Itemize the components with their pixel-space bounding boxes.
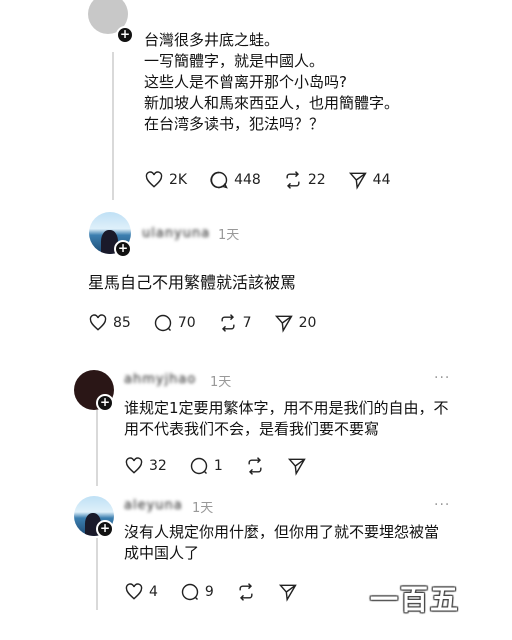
username-blurred[interactable]: aleyuna bbox=[124, 498, 183, 513]
post-line: 新加坡人和馬來西亞人，也用簡體字。 bbox=[144, 94, 400, 112]
comment-count: 70 bbox=[177, 315, 196, 331]
comment-icon bbox=[190, 457, 208, 475]
repost-icon bbox=[248, 457, 262, 475]
share-count: 20 bbox=[298, 315, 317, 331]
thread-line bbox=[96, 538, 98, 610]
comment-count: 9 bbox=[204, 584, 214, 600]
thread-line bbox=[112, 52, 114, 200]
post-body: 星馬自己不用繁體就活該被罵 bbox=[88, 273, 297, 292]
post-body: 沒有人規定你用什麼，但你用了就不要埋怨被當 成中国人了 bbox=[124, 522, 504, 564]
action-bar: 85 70 7 20 bbox=[88, 313, 338, 333]
repost-button[interactable]: 7 bbox=[218, 313, 252, 333]
like-count: 2K bbox=[169, 172, 188, 188]
watermark: 一百五 bbox=[370, 583, 461, 616]
comment-icon bbox=[181, 583, 199, 601]
repost-button[interactable] bbox=[245, 456, 265, 476]
follow-plus-icon[interactable]: + bbox=[114, 240, 132, 258]
post-body: 谁规定1定要用繁体字，用不用是我们的自由，不 用不代表我们不会，是看我们要不要寫 bbox=[124, 398, 504, 440]
follow-plus-icon[interactable]: + bbox=[116, 26, 134, 44]
comment-button[interactable]: 1 bbox=[189, 456, 223, 476]
send-icon bbox=[274, 315, 293, 333]
share-count: 44 bbox=[372, 172, 391, 188]
post-time: 1天 bbox=[218, 228, 240, 243]
send-icon bbox=[287, 458, 306, 476]
post-body: 台灣很多井底之蛙。 一写簡體字，就是中國人。 这些人是不曾离开那个小岛吗? 新加… bbox=[144, 30, 474, 135]
share-button[interactable]: 44 bbox=[348, 170, 391, 190]
heart-icon bbox=[125, 583, 143, 600]
follow-plus-icon[interactable]: + bbox=[96, 520, 114, 538]
repost-count: 7 bbox=[242, 315, 252, 331]
post-line: 台灣很多井底之蛙。 bbox=[144, 31, 280, 49]
heart-icon bbox=[125, 457, 143, 474]
post-time: 1天 bbox=[210, 375, 232, 390]
repost-count: 22 bbox=[307, 172, 326, 188]
action-bar: 32 1 bbox=[124, 456, 329, 476]
username-blurred[interactable]: ahmyjhao bbox=[124, 372, 196, 387]
comment-button[interactable]: 9 bbox=[180, 582, 214, 602]
username-blurred[interactable]: ulanyuna bbox=[142, 226, 210, 241]
comment-count: 448 bbox=[234, 172, 261, 188]
send-icon bbox=[278, 584, 297, 602]
like-count: 85 bbox=[113, 315, 131, 331]
post-line: 一写簡體字，就是中國人。 bbox=[144, 52, 325, 70]
send-icon bbox=[348, 172, 367, 190]
like-count: 4 bbox=[149, 584, 158, 600]
heart-icon bbox=[89, 314, 107, 331]
post-line: 这些人是不曾离开那个小岛吗? bbox=[144, 73, 347, 91]
more-options-icon[interactable]: ··· bbox=[434, 370, 450, 386]
post-line: 在台湾多读书，犯法吗？？ bbox=[144, 115, 325, 133]
share-button[interactable] bbox=[278, 582, 298, 602]
comment-icon bbox=[210, 171, 228, 189]
repost-icon bbox=[221, 314, 235, 332]
share-button[interactable] bbox=[287, 456, 307, 476]
post-time: 1天 bbox=[192, 501, 214, 516]
comment-count: 1 bbox=[213, 458, 223, 474]
heart-icon bbox=[145, 171, 163, 188]
comment-button[interactable]: 448 bbox=[209, 170, 261, 190]
action-bar: 4 9 bbox=[124, 582, 320, 602]
like-button[interactable]: 32 bbox=[124, 456, 167, 476]
post-line: 成中国人了 bbox=[124, 544, 200, 562]
like-button[interactable]: 2K bbox=[144, 170, 187, 190]
more-options-icon[interactable]: ··· bbox=[434, 497, 450, 513]
post-line: 用不代表我们不会，是看我们要不要寫 bbox=[124, 420, 380, 438]
thread-line bbox=[96, 410, 98, 486]
like-count: 32 bbox=[149, 458, 167, 474]
post-line: 谁规定1定要用繁体字，用不用是我们的自由，不 bbox=[124, 399, 449, 417]
repost-button[interactable] bbox=[236, 582, 256, 602]
share-button[interactable]: 20 bbox=[274, 313, 317, 333]
action-bar: 2K 448 22 44 bbox=[144, 170, 412, 190]
comment-button[interactable]: 70 bbox=[153, 313, 196, 333]
post-line: 沒有人規定你用什麼，但你用了就不要埋怨被當 bbox=[124, 523, 440, 541]
like-button[interactable]: 4 bbox=[124, 582, 158, 602]
comment-icon bbox=[154, 314, 172, 332]
like-button[interactable]: 85 bbox=[88, 313, 131, 333]
repost-button[interactable]: 22 bbox=[283, 170, 326, 190]
repost-icon bbox=[239, 583, 253, 601]
follow-plus-icon[interactable]: + bbox=[96, 394, 114, 412]
repost-icon bbox=[286, 171, 300, 189]
